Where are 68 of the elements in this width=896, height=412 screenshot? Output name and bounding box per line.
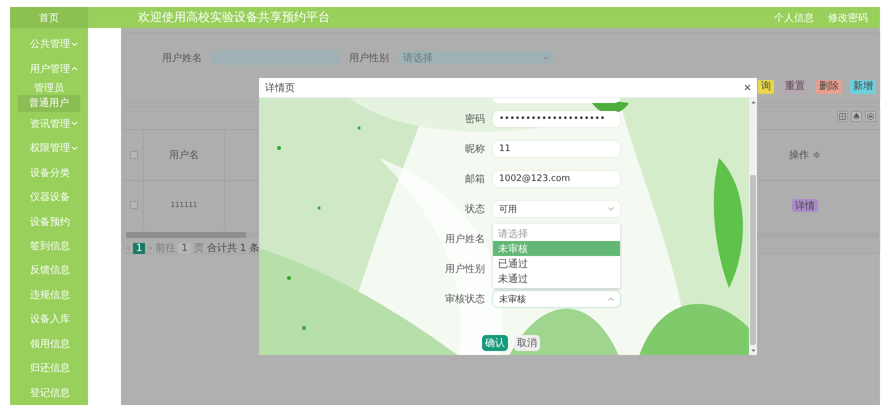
menu-item[interactable]: 违规信息	[10, 282, 88, 308]
input-field[interactable]: 11	[493, 141, 620, 157]
action-button[interactable]: 询	[758, 80, 774, 94]
dialog-title: 详情页	[265, 82, 295, 94]
menu-item[interactable]: 设备预约	[10, 209, 88, 234]
column-header: 用户名	[144, 130, 225, 180]
column-header: 操作 ≑	[788, 149, 822, 163]
header-link[interactable]: 个人信息	[774, 10, 814, 24]
menu-item[interactable]: 公共管理	[10, 32, 88, 56]
menu-item[interactable]: 设备分类	[10, 160, 88, 185]
field-label: 用户性别	[444, 262, 485, 276]
close-button[interactable]	[744, 84, 751, 91]
close-icon	[744, 84, 751, 91]
field-label: 昵称	[464, 143, 485, 156]
dropdown-option[interactable]: 未通过	[493, 271, 620, 286]
scroll-down-icon	[750, 349, 756, 353]
total-count: 合计共 1 条	[206, 242, 260, 255]
field-label: 用户姓名	[444, 232, 485, 246]
header-link[interactable]: 修改密码	[828, 10, 868, 24]
scrollbar-thumb[interactable]	[750, 175, 756, 345]
field-label: 用户性别	[349, 52, 389, 64]
action-button[interactable]: 重置	[782, 80, 808, 94]
confirm-button[interactable]: 确认	[482, 335, 508, 351]
site-title: 欢迎使用高校实验设备共享预约平台	[138, 9, 331, 26]
dropdown-option[interactable]: 未审核	[493, 241, 620, 256]
menu-item[interactable]: 归还信息	[10, 356, 88, 381]
columns-icon[interactable]	[837, 111, 848, 122]
submenu-item[interactable]: 普通用户	[18, 94, 80, 112]
field-label: 邮箱	[464, 172, 485, 186]
menu-item[interactable]: 权限管理	[10, 136, 88, 160]
field-label: 审核状态	[444, 292, 485, 306]
menu-item[interactable]: 签到信息	[10, 234, 88, 258]
menu-item[interactable]: 登记信息	[10, 380, 88, 405]
checkbox[interactable]	[130, 151, 138, 159]
page-number[interactable]: 1	[133, 242, 146, 254]
input-field[interactable]: ••••••••••••••••••••	[493, 111, 620, 127]
menu-item[interactable]: 用户管理	[10, 56, 88, 81]
select-field[interactable]: 未审核	[493, 291, 620, 307]
field-label: 状态	[464, 202, 485, 216]
action-button[interactable]: 删除	[816, 80, 842, 94]
field-label: 密码	[464, 112, 485, 126]
home-link[interactable]: 首页	[10, 7, 88, 28]
dropdown-option[interactable]: 请选择	[493, 226, 620, 241]
caret-icon	[608, 297, 614, 301]
checkbox[interactable]	[130, 201, 138, 209]
detail-button[interactable]: 详情	[792, 198, 818, 212]
scrollbar-thumb[interactable]	[126, 232, 246, 238]
cancel-button[interactable]: 取消	[514, 335, 540, 351]
page-input[interactable]: 1	[178, 242, 191, 254]
action-button[interactable]: 新增	[850, 80, 876, 94]
menu-item[interactable]: 仪器设备	[10, 184, 88, 210]
menu-item[interactable]: 设备入库	[10, 307, 88, 332]
export-icon[interactable]	[851, 111, 862, 122]
scroll-up-icon	[750, 100, 756, 104]
caret-icon	[543, 56, 549, 60]
next-page[interactable]: ›	[148, 242, 152, 254]
menu-item[interactable]: 反馈信息	[10, 258, 88, 283]
dropdown-option[interactable]: 已通过	[493, 256, 620, 271]
print-icon[interactable]	[865, 111, 876, 122]
previous-page[interactable]: ‹	[126, 242, 130, 254]
menu-item[interactable]: 领用信息	[10, 332, 88, 356]
submenu-item[interactable]: 管理员	[18, 80, 80, 95]
field-label: 用户姓名	[162, 52, 202, 64]
input-field[interactable]: 1002@123.com	[493, 171, 620, 187]
menu-item[interactable]: 资讯管理	[10, 112, 88, 136]
caret-icon	[608, 207, 614, 211]
select-field[interactable]: 请选择	[397, 51, 555, 64]
select-field[interactable]: 可用	[493, 201, 620, 217]
